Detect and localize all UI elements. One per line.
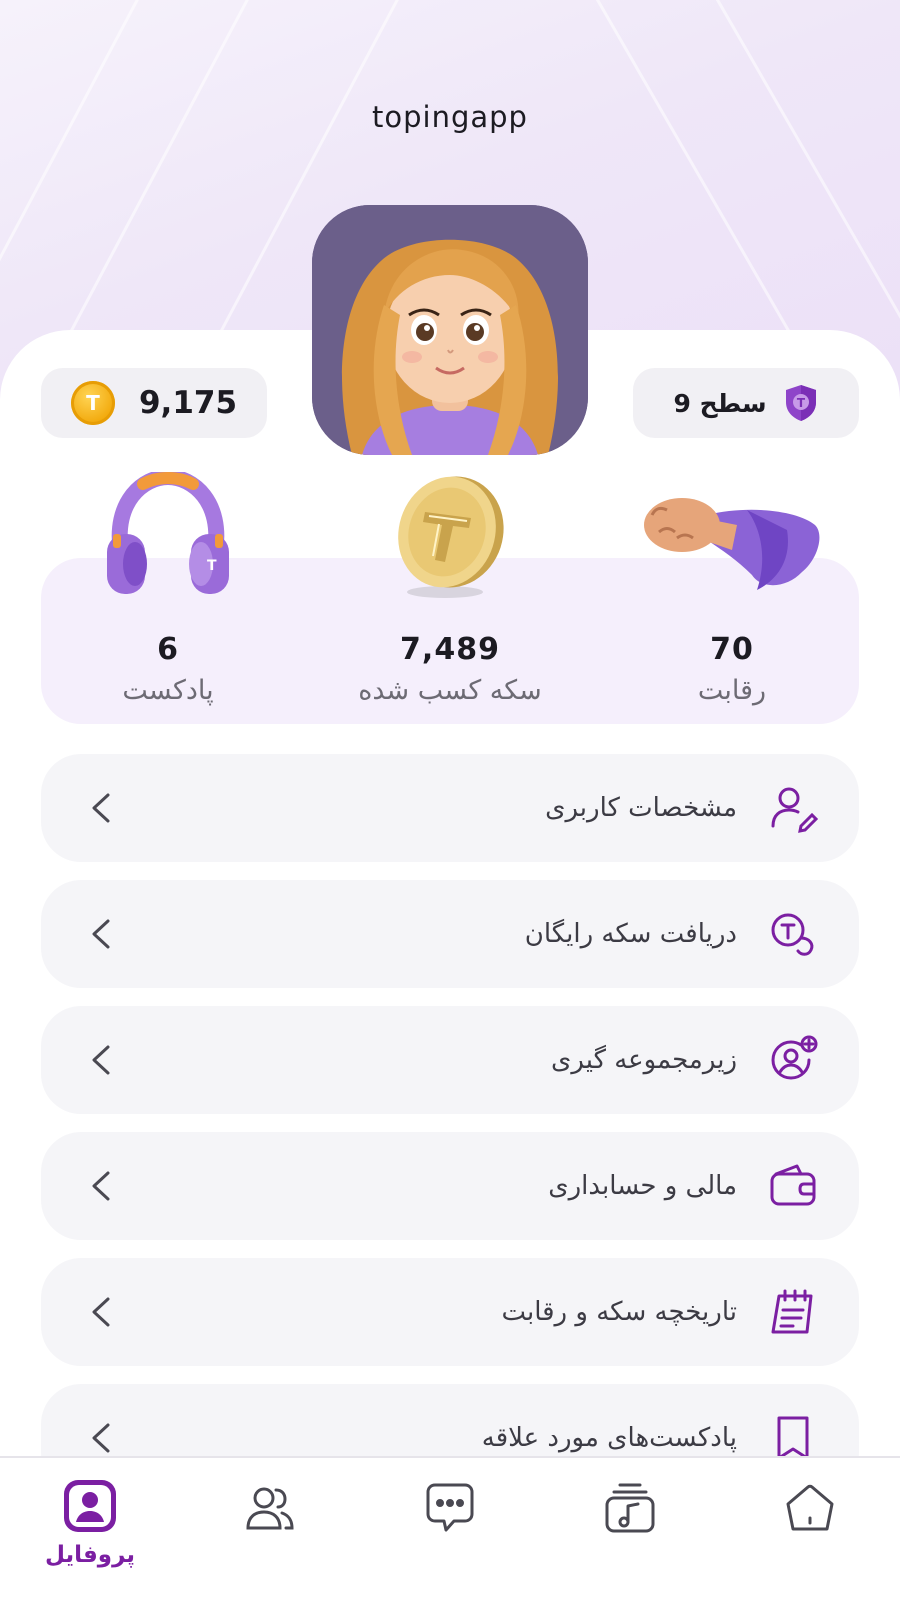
chevron-left-icon: [92, 1045, 110, 1075]
stat-podcast-label: پادکست: [122, 675, 214, 706]
avatar[interactable]: [312, 205, 588, 455]
stat-competition-value: 70: [710, 632, 754, 667]
coin-balance[interactable]: T 9,175: [41, 368, 267, 438]
menu-item-free-coins[interactable]: دریافت سکه رایگان: [41, 880, 859, 988]
menu-label-referral: زیرمجموعه گیری: [551, 1045, 737, 1075]
fist-icon: [644, 498, 820, 590]
profile-icon: [64, 1480, 116, 1532]
level-label: سطح 9: [673, 388, 767, 418]
nav-profile-label: پروفایل: [44, 1542, 136, 1568]
free-coin-icon: [771, 913, 814, 956]
stat-podcast-value: 6: [157, 632, 179, 667]
menu-label-user-profile: مشخصات کاربری: [545, 793, 737, 823]
chevron-left-icon: [92, 919, 110, 949]
user-edit-icon: [771, 787, 819, 833]
add-user-icon: [771, 1035, 818, 1080]
coin-balance-value: 9,175: [138, 385, 238, 421]
nav-podcasts[interactable]: [570, 1480, 690, 1590]
headphones-icon: T: [107, 472, 229, 594]
username: topingapp: [372, 100, 528, 134]
chat-icon: [426, 1483, 474, 1532]
svg-text:T: T: [207, 558, 217, 574]
svg-text:T: T: [796, 396, 805, 410]
users-icon: [246, 1487, 294, 1530]
nav-friends[interactable]: [210, 1480, 330, 1590]
menu-label-finance: مالی و حسابداری: [548, 1171, 737, 1201]
nav-chat[interactable]: [390, 1480, 510, 1590]
chevron-left-icon: [92, 1297, 110, 1327]
shield-icon: T: [785, 385, 816, 421]
stat-podcast[interactable]: T 6 پادکست: [28, 470, 308, 706]
stat-competition[interactable]: 70 رقابت: [592, 470, 872, 706]
avatar-illustration: [312, 205, 588, 455]
stat-earned-coins[interactable]: 7,489 سکه کسب شده: [310, 470, 590, 706]
bottom-navigation: پروفایل: [0, 1456, 900, 1600]
menu-item-user-profile[interactable]: مشخصات کاربری: [41, 754, 859, 862]
home-icon: [786, 1484, 834, 1531]
level-badge[interactable]: T سطح 9: [633, 368, 859, 438]
music-library-icon: [605, 1483, 655, 1533]
stat-earned-coins-value: 7,489: [400, 632, 500, 667]
chevron-left-icon: [92, 793, 110, 823]
nav-profile[interactable]: پروفایل: [30, 1478, 150, 1588]
menu-label-free-coins: دریافت سکه رایگان: [524, 919, 737, 949]
menu-label-history: تاریخچه سکه و رقابت: [501, 1297, 737, 1327]
menu-label-favorite-podcasts: پادکست‌های مورد علاقه: [481, 1423, 737, 1453]
wallet-icon: [770, 1164, 816, 1206]
menu-item-history[interactable]: تاریخچه سکه و رقابت: [41, 1258, 859, 1366]
chevron-left-icon: [92, 1171, 110, 1201]
menu-item-referral[interactable]: زیرمجموعه گیری: [41, 1006, 859, 1114]
stat-earned-coins-label: سکه کسب شده: [358, 675, 542, 706]
menu-item-finance[interactable]: مالی و حسابداری: [41, 1132, 859, 1240]
nav-home[interactable]: [750, 1480, 870, 1590]
coin-icon: T: [70, 381, 115, 425]
chevron-left-icon: [92, 1423, 110, 1453]
gold-coin-icon: [398, 476, 504, 598]
history-icon: [771, 1289, 813, 1334]
stat-competition-label: رقابت: [697, 675, 767, 706]
